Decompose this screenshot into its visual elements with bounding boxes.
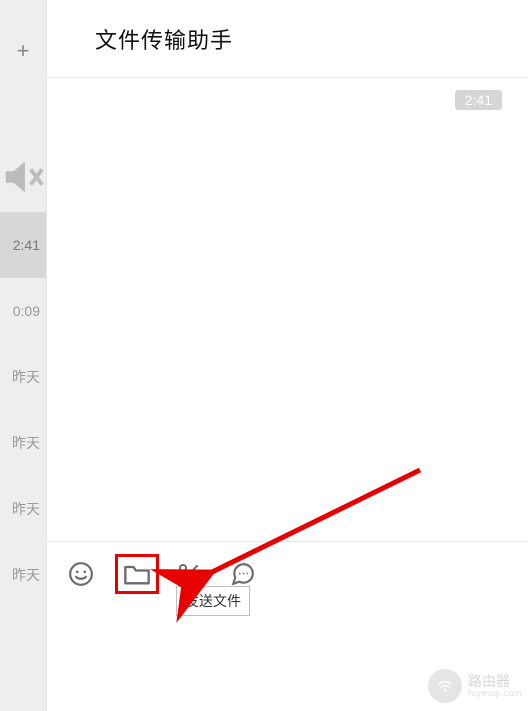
folder-icon (123, 562, 151, 586)
app-root: + 2:41 0:09 昨天 昨天 昨天 昨天 文件传输助手 (0, 0, 528, 711)
conversation-item[interactable]: 0:09 (0, 278, 46, 344)
screenshot-button[interactable]: ▾ (177, 562, 209, 586)
conversation-time: 0:09 (13, 303, 40, 319)
main-panel: 文件传输助手 2:41 (46, 0, 528, 711)
conversation-item[interactable]: 昨天 (0, 410, 46, 476)
chat-header: 文件传输助手 (47, 0, 528, 78)
conversation-time: 昨天 (12, 565, 40, 585)
scissors-icon (177, 562, 201, 586)
conversation-time: 昨天 (12, 433, 40, 453)
watermark-brand: 路由器 (468, 674, 522, 689)
mute-icon (0, 62, 46, 212)
send-file-button[interactable] (115, 554, 159, 594)
conversation-item[interactable]: 昨天 (0, 542, 46, 608)
watermark-icon (428, 669, 462, 703)
chat-area[interactable]: 2:41 (47, 78, 528, 541)
input-toolbar: ▾ (65, 554, 510, 594)
sidebar: + 2:41 0:09 昨天 昨天 昨天 昨天 (0, 0, 46, 711)
watermark-domain: fuyouqi.com (468, 689, 522, 698)
conversation-item[interactable]: 昨天 (0, 344, 46, 410)
conversation-item[interactable]: 2:41 (0, 212, 46, 278)
conversation-item[interactable]: 昨天 (0, 476, 46, 542)
conversation-time: 昨天 (12, 499, 40, 519)
chat-bubble-icon (230, 561, 256, 587)
message-timestamp: 2:41 (455, 90, 502, 110)
emoji-button[interactable] (65, 558, 97, 590)
watermark: 路由器 fuyouqi.com (428, 669, 522, 703)
emoji-icon (68, 561, 94, 587)
conversation-time: 昨天 (12, 367, 40, 387)
page-title: 文件传输助手 (95, 23, 233, 55)
conversation-time: 2:41 (13, 237, 40, 253)
add-button[interactable]: + (12, 40, 34, 62)
conversation-list: 2:41 0:09 昨天 昨天 昨天 昨天 (0, 212, 46, 608)
chevron-down-icon: ▾ (203, 568, 209, 581)
send-file-tooltip: 发送文件 (176, 586, 250, 616)
